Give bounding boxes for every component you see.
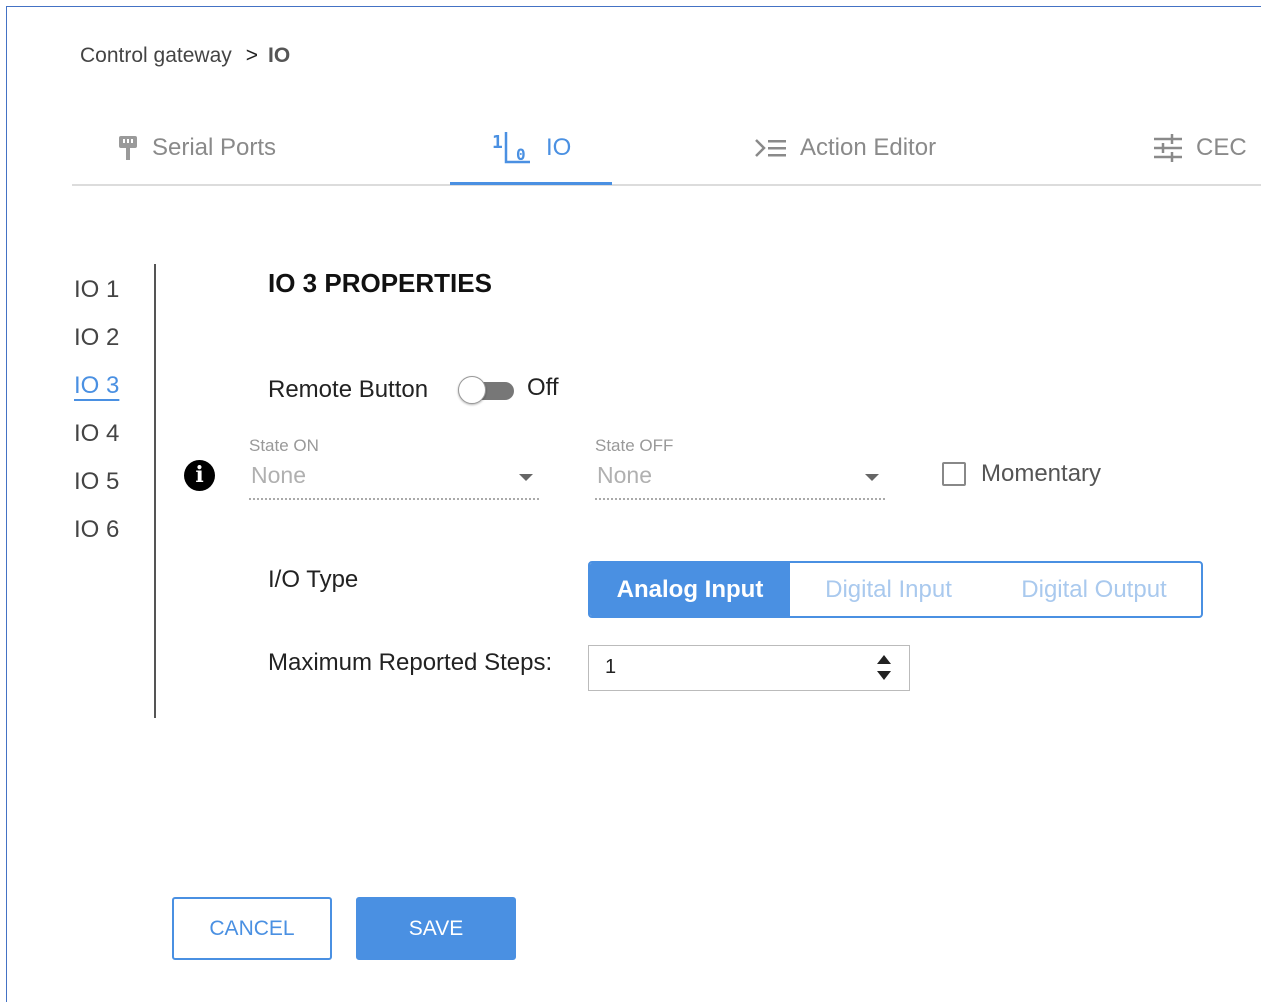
- vertical-divider: [154, 264, 156, 718]
- state-on-select[interactable]: State ON None: [249, 436, 539, 500]
- toggle-knob: [458, 376, 486, 404]
- tab-serial-ports[interactable]: Serial Ports: [116, 112, 276, 184]
- active-tab-indicator: [450, 182, 612, 185]
- io-type-digital-output[interactable]: Digital Output: [987, 563, 1201, 616]
- increment-arrow-icon[interactable]: [877, 655, 891, 664]
- io-list-item[interactable]: IO 6: [74, 510, 119, 558]
- state-off-underline: [595, 498, 885, 500]
- decrement-arrow-icon[interactable]: [877, 671, 891, 680]
- svg-text:1: 1: [492, 132, 503, 153]
- max-steps-label: Maximum Reported Steps:: [268, 649, 553, 676]
- breadcrumb-separator: >: [245, 44, 259, 67]
- info-icon[interactable]: i: [184, 460, 215, 491]
- io-list-item[interactable]: IO 4: [74, 414, 119, 462]
- io-type-label: I/O Type: [268, 566, 359, 593]
- breadcrumb-parent[interactable]: Control gateway: [80, 44, 232, 67]
- io-list-item-selected[interactable]: IO 3: [74, 366, 119, 414]
- state-off-label: State OFF: [595, 436, 674, 455]
- tab-cec-label: CEC: [1196, 134, 1247, 161]
- state-off-value: None: [597, 462, 652, 488]
- io-list-item[interactable]: IO 1: [74, 270, 119, 318]
- io-list-item[interactable]: IO 5: [74, 462, 119, 510]
- breadcrumb-current: IO: [268, 44, 291, 67]
- chevron-down-icon: [865, 474, 879, 481]
- state-on-label: State ON: [249, 436, 319, 455]
- state-off-select[interactable]: State OFF None: [595, 436, 885, 500]
- chevron-down-icon: [519, 474, 533, 481]
- cancel-button[interactable]: CANCEL: [172, 897, 332, 960]
- remote-button-state: Off: [527, 374, 559, 401]
- action-editor-icon: [754, 136, 788, 160]
- momentary-label: Momentary: [981, 460, 1102, 487]
- momentary-checkbox[interactable]: [942, 462, 966, 486]
- max-steps-value: 1: [605, 656, 617, 678]
- tab-cec[interactable]: CEC: [1152, 112, 1247, 184]
- tab-io[interactable]: 10 IO: [490, 112, 571, 184]
- max-steps-stepper[interactable]: 1: [588, 645, 910, 691]
- io-type-segmented-control: Analog Input Digital Input Digital Outpu…: [588, 561, 1203, 618]
- io-list: IO 1 IO 2 IO 3 IO 4 IO 5 IO 6: [74, 270, 119, 558]
- remote-button-toggle[interactable]: [458, 376, 514, 404]
- state-on-underline: [249, 498, 539, 500]
- svg-text:0: 0: [516, 145, 526, 164]
- tab-serial-ports-label: Serial Ports: [152, 134, 277, 161]
- tab-action-editor-label: Action Editor: [800, 134, 937, 161]
- io-type-digital-input[interactable]: Digital Input: [790, 563, 987, 616]
- remote-button-label: Remote Button: [268, 376, 429, 403]
- cec-icon: [1152, 133, 1184, 163]
- io-icon: 10: [490, 128, 534, 168]
- io-list-item[interactable]: IO 2: [74, 318, 119, 366]
- breadcrumb: Control gateway > IO: [80, 44, 290, 68]
- save-button[interactable]: SAVE: [356, 897, 516, 960]
- properties-title: IO 3 PROPERTIES: [268, 268, 492, 298]
- io-type-analog-input[interactable]: Analog Input: [590, 563, 790, 616]
- tab-io-label: IO: [546, 134, 572, 161]
- state-on-value: None: [251, 462, 306, 488]
- tab-action-editor[interactable]: Action Editor: [754, 112, 936, 184]
- serial-port-icon: [116, 134, 140, 162]
- tab-bar: Serial Ports 10 IO Action Editor CEC: [72, 112, 1261, 186]
